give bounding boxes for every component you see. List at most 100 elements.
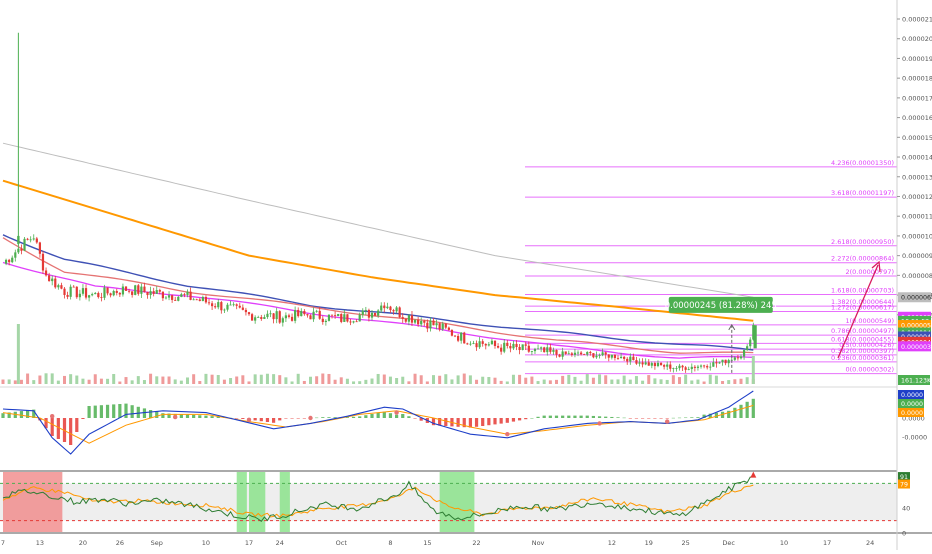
candle[interactable]	[457, 335, 460, 341]
candle[interactable]	[656, 362, 660, 367]
candle[interactable]	[653, 363, 656, 367]
candle[interactable]	[164, 297, 168, 299]
candle[interactable]	[567, 353, 570, 355]
candle[interactable]	[373, 312, 377, 316]
candle[interactable]	[604, 352, 607, 355]
candle[interactable]	[527, 345, 530, 352]
candle[interactable]	[699, 365, 703, 367]
candle[interactable]	[395, 307, 398, 312]
candle[interactable]	[143, 286, 146, 292]
candle[interactable]	[444, 323, 447, 328]
candle[interactable]	[417, 319, 420, 325]
candle[interactable]	[158, 290, 161, 292]
candle[interactable]	[435, 323, 438, 326]
candle[interactable]	[506, 342, 509, 347]
candle[interactable]	[263, 317, 266, 319]
candle[interactable]	[552, 349, 555, 352]
candle[interactable]	[346, 314, 349, 322]
candle[interactable]	[81, 288, 85, 294]
candle[interactable]	[257, 317, 260, 318]
candle[interactable]	[623, 356, 626, 359]
candle[interactable]	[41, 253, 45, 271]
candle[interactable]	[672, 368, 675, 369]
candle[interactable]	[211, 303, 214, 307]
candle[interactable]	[250, 314, 254, 321]
candle[interactable]	[134, 285, 137, 295]
candle[interactable]	[177, 296, 180, 301]
candle[interactable]	[72, 286, 75, 288]
candle[interactable]	[536, 348, 540, 350]
candle[interactable]	[278, 311, 281, 323]
candle[interactable]	[204, 296, 208, 303]
candle[interactable]	[124, 286, 128, 291]
candle[interactable]	[297, 309, 300, 317]
candle[interactable]	[309, 315, 312, 320]
candle[interactable]	[576, 352, 580, 354]
candle[interactable]	[226, 304, 229, 310]
candle[interactable]	[23, 238, 26, 251]
candle[interactable]	[355, 321, 358, 323]
candle[interactable]	[167, 295, 171, 298]
candle[interactable]	[174, 299, 177, 301]
moving-average-red[interactable]	[2, 237, 754, 354]
candle[interactable]	[20, 248, 23, 251]
candle[interactable]	[663, 365, 666, 367]
candle[interactable]	[171, 295, 174, 300]
candle[interactable]	[626, 358, 629, 362]
price-panel[interactable]: 4.236(0.00001350) 3.618(0.00001197) 2.618(…	[0, 32, 932, 534]
macd-signal-line[interactable]	[2, 404, 754, 444]
candle[interactable]	[610, 354, 613, 358]
candle[interactable]	[334, 315, 337, 317]
candle[interactable]	[217, 302, 220, 308]
candle[interactable]	[380, 305, 383, 311]
candle[interactable]	[401, 317, 404, 319]
candle[interactable]	[232, 304, 235, 306]
candle[interactable]	[214, 306, 217, 308]
candle[interactable]	[315, 310, 318, 312]
candle[interactable]	[420, 320, 423, 325]
candle[interactable]	[613, 354, 617, 358]
candle[interactable]	[410, 315, 414, 323]
candle[interactable]	[619, 356, 623, 358]
candle[interactable]	[659, 362, 663, 366]
candle[interactable]	[472, 343, 475, 344]
candle[interactable]	[247, 312, 251, 315]
candle[interactable]	[398, 307, 401, 318]
candle[interactable]	[244, 309, 248, 313]
candle[interactable]	[364, 309, 367, 311]
candle[interactable]	[306, 314, 309, 316]
candle[interactable]	[478, 341, 481, 348]
stochastic-panel[interactable]	[0, 471, 897, 532]
moving-average-orange[interactable]	[2, 179, 754, 322]
candle[interactable]	[629, 356, 632, 362]
candle[interactable]	[361, 310, 364, 315]
candle[interactable]	[739, 356, 743, 359]
candle[interactable]	[75, 286, 78, 298]
candle[interactable]	[324, 320, 327, 323]
candle[interactable]	[641, 362, 644, 365]
candle[interactable]	[598, 355, 601, 357]
candle[interactable]	[475, 343, 478, 348]
candle[interactable]	[103, 287, 106, 298]
candle[interactable]	[112, 290, 115, 296]
candle[interactable]	[490, 340, 494, 345]
candle[interactable]	[460, 332, 463, 341]
candle[interactable]	[17, 235, 20, 244]
candle[interactable]	[684, 367, 687, 370]
candle[interactable]	[693, 366, 696, 368]
candle[interactable]	[515, 343, 518, 348]
candle[interactable]	[238, 305, 241, 308]
candle[interactable]	[426, 322, 429, 329]
candle[interactable]	[349, 321, 352, 323]
candle[interactable]	[294, 309, 297, 321]
candle[interactable]	[383, 305, 386, 309]
candle[interactable]	[589, 351, 592, 354]
candle[interactable]	[35, 238, 38, 243]
candle[interactable]	[140, 286, 143, 294]
candle[interactable]	[533, 349, 537, 352]
candle[interactable]	[192, 299, 195, 301]
candle[interactable]	[601, 352, 604, 356]
candle[interactable]	[207, 302, 211, 304]
candle[interactable]	[275, 311, 278, 320]
candle[interactable]	[195, 299, 198, 301]
